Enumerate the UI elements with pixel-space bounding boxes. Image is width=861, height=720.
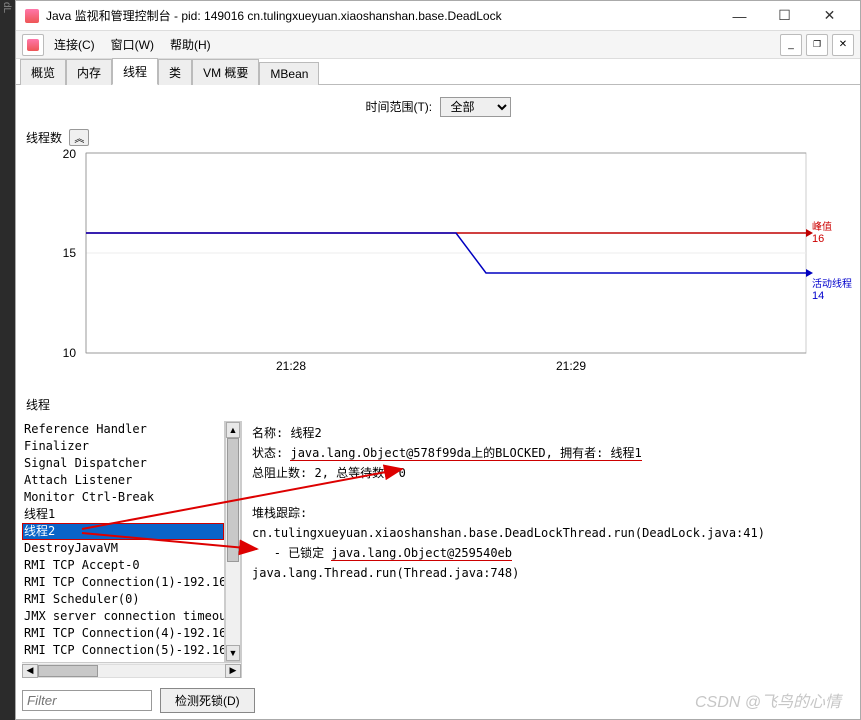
svg-text:21:29: 21:29 xyxy=(556,359,586,373)
mdi-restore-button[interactable]: ❐ xyxy=(806,34,828,56)
threads-section-title: 线程 xyxy=(26,396,854,413)
chart-title: 线程数 ︽ xyxy=(26,129,854,146)
minimize-button[interactable]: — xyxy=(717,1,762,31)
filter-input[interactable] xyxy=(22,690,152,711)
thread-list-item[interactable]: Attach Listener xyxy=(22,472,224,489)
chart-collapse-button[interactable]: ︽ xyxy=(69,129,89,146)
mdi-minimize-button[interactable]: _ xyxy=(780,34,802,56)
maximize-button[interactable]: ☐ xyxy=(762,1,807,31)
bottom-bar: 检测死锁(D) xyxy=(22,684,854,713)
titlebar: Java 监视和管理控制台 - pid: 149016 cn.tulingxue… xyxy=(16,1,860,31)
tab-mbean[interactable]: MBean xyxy=(259,62,319,85)
time-range-label: 时间范围(T): xyxy=(365,100,432,114)
svg-text:15: 15 xyxy=(63,246,77,260)
thread-list-item[interactable]: Monitor Ctrl-Break xyxy=(22,489,224,506)
scroll-down-icon[interactable]: ▼ xyxy=(226,645,240,661)
legend-live: 活动线程 14 xyxy=(812,275,852,302)
svg-text:21:28: 21:28 xyxy=(276,359,306,373)
thread-chart: 20 15 10 21:28 21:29 xyxy=(26,148,816,383)
main-window: Java 监视和管理控制台 - pid: 149016 cn.tulingxue… xyxy=(15,0,861,720)
thread-list-item[interactable]: Reference Handler xyxy=(22,421,224,438)
ide-tab: dL xyxy=(0,0,13,15)
thread-list-item[interactable]: RMI TCP Connection(5)-192.168.9 xyxy=(22,642,224,659)
time-range-row: 时间范围(T): 全部 xyxy=(22,93,854,121)
detect-deadlock-button[interactable]: 检测死锁(D) xyxy=(160,688,255,713)
tab-threads[interactable]: 线程 xyxy=(112,58,158,85)
thread-list-item[interactable]: RMI TCP Connection(4)-192.168.9 xyxy=(22,625,224,642)
thread-list-item[interactable]: RMI Scheduler(0) xyxy=(22,591,224,608)
tabs: 概览 内存 线程 类 VM 概要 MBean xyxy=(16,59,860,85)
thread-list-scrollbar-v[interactable]: ▲ ▼ xyxy=(225,421,241,662)
mdi-close-button[interactable]: ✕ xyxy=(832,34,854,56)
thread-list-item[interactable]: JMX server connection timeout 1 xyxy=(22,608,224,625)
thread-list[interactable]: Reference HandlerFinalizerSignal Dispatc… xyxy=(22,421,225,662)
menu-connect[interactable]: 连接(C) xyxy=(48,34,101,55)
thread-list-scrollbar-h[interactable]: ◀ ▶ xyxy=(22,662,241,678)
svg-text:20: 20 xyxy=(63,148,77,161)
tab-vmsummary[interactable]: VM 概要 xyxy=(192,59,259,85)
legend-peak: 峰值 16 xyxy=(812,218,852,245)
menu-help[interactable]: 帮助(H) xyxy=(164,34,217,55)
svg-text:10: 10 xyxy=(63,346,77,360)
thread-detail: 名称: 线程2 状态: java.lang.Object@578f99da上的B… xyxy=(248,421,854,678)
thread-list-item[interactable]: Signal Dispatcher xyxy=(22,455,224,472)
thread-list-item[interactable]: 线程2 xyxy=(22,523,224,540)
java-icon xyxy=(24,8,40,24)
menubar: 连接(C) 窗口(W) 帮助(H) _ ❐ ✕ xyxy=(16,31,860,59)
connect-icon[interactable] xyxy=(22,34,44,56)
thread-list-item[interactable]: RMI TCP Connection(1)-192.168.9 xyxy=(22,574,224,591)
scroll-right-icon[interactable]: ▶ xyxy=(225,664,241,678)
time-range-select[interactable]: 全部 xyxy=(440,97,511,117)
thread-list-item[interactable]: Finalizer xyxy=(22,438,224,455)
tab-memory[interactable]: 内存 xyxy=(66,59,112,85)
thread-list-item[interactable]: RMI TCP Accept-0 xyxy=(22,557,224,574)
close-button[interactable]: ✕ xyxy=(807,1,852,31)
tab-overview[interactable]: 概览 xyxy=(20,59,66,85)
menu-window[interactable]: 窗口(W) xyxy=(105,34,160,55)
thread-list-item[interactable]: 线程1 xyxy=(22,506,224,523)
scroll-left-icon[interactable]: ◀ xyxy=(22,664,38,678)
window-title: Java 监视和管理控制台 - pid: 149016 cn.tulingxue… xyxy=(46,7,717,24)
thread-list-item[interactable]: DestroyJavaVM xyxy=(22,540,224,557)
tab-classes[interactable]: 类 xyxy=(158,59,192,85)
scroll-up-icon[interactable]: ▲ xyxy=(226,422,240,438)
